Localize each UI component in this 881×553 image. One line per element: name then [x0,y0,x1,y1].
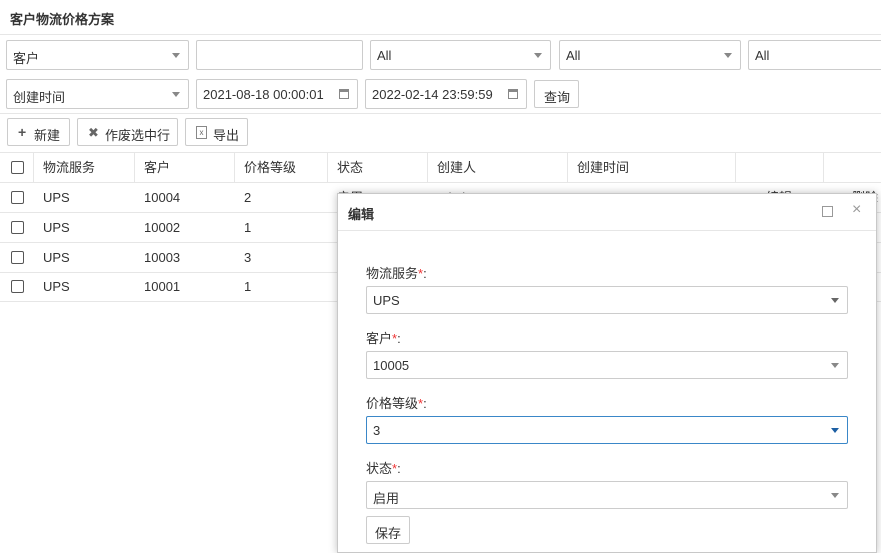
cell-service: UPS [43,279,70,294]
edit-dialog: 编辑 × 物流服务*: UPS 客户*: 10005 价格等级*: 3 状态*:… [337,193,877,553]
cell-price-level: 3 [244,250,252,265]
dialog-title: 编辑 [348,207,375,222]
new-button-label: 新建 [34,128,61,143]
filter-field-select[interactable]: 客户 [6,40,189,70]
maximize-icon[interactable] [822,206,833,217]
query-button[interactable]: 查询 [534,80,579,108]
service-label: 物流服务*: [366,266,427,281]
chevron-down-icon [831,363,839,368]
filter-select-2[interactable]: All [370,40,551,70]
column-divider [567,153,568,183]
date-to-value: 2022-02-14 23:59:59 [372,87,493,102]
cell-customer: 10001 [144,279,181,294]
col-header-customer[interactable]: 客户 [144,153,170,183]
calendar-icon[interactable] [339,89,349,99]
cell-service: UPS [43,190,70,205]
customer-select-value: 10005 [373,358,410,373]
filter-select-3-value: All [566,48,581,63]
query-button-label: 查询 [544,90,571,105]
export-button-label: 导出 [213,128,240,143]
excel-file-icon: x [196,126,207,139]
column-divider [33,153,34,183]
column-divider [234,153,235,183]
cell-price-level: 1 [244,220,252,235]
filter-divider [0,113,881,114]
chevron-down-icon [172,53,180,58]
date-field-select[interactable]: 创建时间 [6,79,189,109]
price-level-label: 价格等级*: [366,396,427,411]
chevron-down-icon [831,298,839,303]
customer-label: 客户*: [366,331,401,346]
save-button-label: 保存 [375,526,402,541]
chevron-down-icon [172,92,180,97]
cell-customer: 10003 [144,250,181,265]
date-from-value: 2021-08-18 00:00:01 [203,87,324,102]
cell-customer: 10002 [144,220,181,235]
filter-field-select-value: 客户 [13,51,40,66]
price-level-select[interactable]: 3 [366,416,848,444]
void-selected-label: 作废选中行 [105,128,171,143]
status-select-value: 启用 [373,491,400,506]
close-icon[interactable]: × [852,201,861,219]
save-button[interactable]: 保存 [366,516,410,544]
cell-service: UPS [43,250,70,265]
customer-select[interactable]: 10005 [366,351,848,379]
column-divider [327,153,328,183]
cell-price-level: 1 [244,279,252,294]
status-select[interactable]: 启用 [366,481,848,509]
filter-select-4-value: All [755,48,770,63]
new-button[interactable]: + 新建 [7,118,70,146]
chevron-down-icon [831,493,839,498]
col-header-service[interactable]: 物流服务 [43,153,95,183]
close-icon: ✖ [88,125,99,140]
title-divider [0,34,881,35]
chevron-down-icon [534,53,542,58]
select-all-checkbox[interactable] [11,161,24,174]
void-selected-button[interactable]: ✖ 作废选中行 [77,118,178,146]
column-divider [823,153,824,183]
chevron-down-icon [831,428,839,433]
date-field-select-value: 创建时间 [13,90,66,105]
table-header: 物流服务 客户 价格等级 状态 创建人 创建时间 [0,152,881,183]
filter-select-2-value: All [377,48,392,63]
dialog-header-divider [338,230,876,231]
row-checkbox[interactable] [11,251,24,264]
price-level-select-value: 3 [373,423,381,438]
cell-service: UPS [43,220,70,235]
cell-price-level: 2 [244,190,252,205]
col-header-price-level[interactable]: 价格等级 [244,153,296,183]
column-divider [134,153,135,183]
date-from-input[interactable]: 2021-08-18 00:00:01 [196,79,358,109]
chevron-down-icon [724,53,732,58]
col-header-creator[interactable]: 创建人 [437,153,476,183]
filter-select-4[interactable]: All [748,40,881,70]
calendar-icon[interactable] [508,89,518,99]
plus-icon: + [18,124,27,140]
column-divider [735,153,736,183]
col-header-status[interactable]: 状态 [337,153,363,183]
status-label: 状态*: [366,461,401,476]
filter-select-3[interactable]: All [559,40,741,70]
filter-value-input[interactable] [196,40,363,70]
column-divider [427,153,428,183]
col-header-created-time[interactable]: 创建时间 [577,153,629,183]
cell-customer: 10004 [144,190,181,205]
service-select-value: UPS [373,293,400,308]
date-to-input[interactable]: 2022-02-14 23:59:59 [365,79,527,109]
page-title: 客户物流价格方案 [10,12,115,27]
export-button[interactable]: x 导出 [185,118,248,146]
row-checkbox[interactable] [11,280,24,293]
row-checkbox[interactable] [11,221,24,234]
row-checkbox[interactable] [11,191,24,204]
service-select[interactable]: UPS [366,286,848,314]
